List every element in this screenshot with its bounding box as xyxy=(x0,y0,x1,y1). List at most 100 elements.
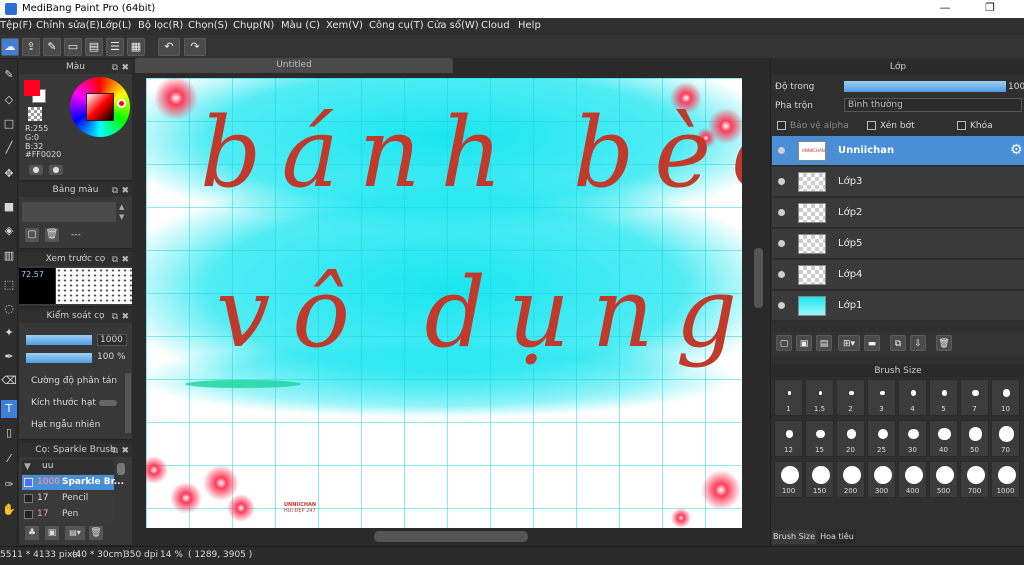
brush-size-preset[interactable]: 4 xyxy=(898,379,927,416)
menu-help[interactable]: Help xyxy=(518,20,541,31)
layer-row[interactable]: UNNIICHAN Unniichan ⚙ xyxy=(772,136,1024,166)
divide-tool-icon[interactable]: ▯ xyxy=(1,424,17,442)
particle-size-toggle[interactable] xyxy=(99,400,117,406)
delete-brush-icon[interactable]: 🗑 xyxy=(89,526,103,540)
text-tool-icon[interactable]: T xyxy=(1,400,17,418)
brush-size-preset[interactable]: 400 xyxy=(898,461,927,498)
drawing-canvas[interactable]: bánh bèo vô dụng UNNIICHAN HUI ĐẸP 247 xyxy=(146,78,742,528)
new-8bit-layer-icon[interactable]: ▤ xyxy=(816,335,832,351)
brush-size-preset[interactable]: 1 xyxy=(774,379,803,416)
brush-size-preset[interactable]: 3 xyxy=(867,379,896,416)
bucket-tool-icon[interactable]: ◈ xyxy=(1,222,17,240)
eyedropper-icon[interactable]: ⁄ xyxy=(1,450,17,468)
document-icon[interactable]: ▤ xyxy=(85,38,103,56)
lock-checkbox[interactable] xyxy=(957,121,966,130)
brush-item[interactable]: 1000 Sparkle Br... xyxy=(22,475,124,490)
brush-size-preset[interactable]: 1000 xyxy=(991,461,1020,498)
brush-group-row[interactable]: ▼ uu xyxy=(22,460,114,474)
protect-alpha-checkbox[interactable] xyxy=(777,121,786,130)
brush-size-preset[interactable]: 150 xyxy=(805,461,834,498)
menu-layer[interactable]: Lớp(L) xyxy=(100,20,131,31)
restore-button[interactable]: ❐ xyxy=(975,1,1005,17)
undo-button[interactable]: ↶ xyxy=(158,38,180,56)
redo-button[interactable]: ↷ xyxy=(184,38,206,56)
visibility-icon[interactable] xyxy=(778,209,785,216)
brush-size-preset[interactable]: 300 xyxy=(867,461,896,498)
new-layer-icon[interactable]: ▢ xyxy=(776,335,792,351)
menu-file[interactable]: Tệp(F) xyxy=(0,20,32,31)
tab-brush-size[interactable]: Brush Size xyxy=(772,530,816,544)
folder-icon[interactable]: ▬ xyxy=(864,335,880,351)
delete-layer-icon[interactable]: 🗑 xyxy=(936,335,952,351)
brush-size-slider[interactable] xyxy=(26,335,92,345)
menu-view[interactable]: Xem(V) xyxy=(326,20,363,31)
visibility-icon[interactable] xyxy=(778,147,785,154)
eraser-tool-icon[interactable]: ◇ xyxy=(1,91,17,109)
menu-color[interactable]: Màu (C) xyxy=(281,20,320,31)
brush-size-preset[interactable]: 50 xyxy=(960,420,989,457)
palette-scroll[interactable]: ▲ ▼ xyxy=(119,202,128,222)
brush-size-preset[interactable]: 70 xyxy=(991,420,1020,457)
brush-settings-icon[interactable]: ▣ xyxy=(45,526,59,540)
rect-tool-icon[interactable]: □ xyxy=(1,115,17,133)
close-icon[interactable]: ✖ xyxy=(121,184,129,198)
brush-size-preset[interactable]: 40 xyxy=(929,420,958,457)
brush-size-preset[interactable]: 7 xyxy=(960,379,989,416)
line-tool-icon[interactable]: ╱ xyxy=(1,139,17,157)
option-particle-size[interactable]: Kích thước hạt xyxy=(31,398,96,408)
move-tool-icon[interactable]: ✥ xyxy=(1,165,17,183)
brush-size-preset[interactable]: 30 xyxy=(898,420,927,457)
close-icon[interactable]: ✖ xyxy=(121,444,129,458)
palette-swatches[interactable] xyxy=(22,202,116,222)
brush-item[interactable]: 17 Pen xyxy=(22,507,114,522)
canvas-hscrollbar[interactable] xyxy=(374,531,528,542)
hue-marker[interactable] xyxy=(117,99,126,108)
list-icon[interactable]: ☰ xyxy=(106,38,124,56)
color-mode-icon[interactable]: ● xyxy=(29,165,43,175)
select-eraser-icon[interactable]: ⌫ xyxy=(1,372,17,390)
layer-row[interactable]: Lớp2 xyxy=(772,198,1024,228)
new-palette-icon[interactable]: ▢ xyxy=(25,228,39,242)
visibility-icon[interactable] xyxy=(778,178,785,185)
brush-menu-icon[interactable]: ▤▾ xyxy=(65,526,85,540)
delete-palette-icon[interactable]: 🗑 xyxy=(45,228,59,242)
comment-icon[interactable]: ✎ xyxy=(43,38,61,56)
brush-size-preset[interactable]: 100 xyxy=(774,461,803,498)
brush-size-preset[interactable]: 1.5 xyxy=(805,379,834,416)
brush-tool-icon[interactable]: ✎ xyxy=(1,66,17,84)
brush-size-value[interactable]: 1000 xyxy=(97,334,127,346)
option-random-particle[interactable]: Hạt ngẫu nhiên xyxy=(31,420,100,430)
grid-icon[interactable]: ▦ xyxy=(127,38,145,56)
visibility-icon[interactable] xyxy=(778,302,785,309)
option-scatter[interactable]: Cường độ phân tán xyxy=(31,376,117,386)
lasso-tool-icon[interactable]: ◌ xyxy=(1,300,17,318)
color-picker-icon[interactable]: ● xyxy=(49,165,63,175)
select-tool-icon[interactable]: ⬚ xyxy=(1,276,17,294)
menu-cloud[interactable]: Cloud xyxy=(481,20,510,31)
document-tab[interactable]: Untitled xyxy=(135,58,453,73)
menu-capture[interactable]: Chụp(N) xyxy=(233,20,274,31)
fill-shape-icon[interactable]: ■ xyxy=(1,198,17,216)
duplicate-layer-icon[interactable]: ⧉ xyxy=(890,335,906,351)
cloud-icon[interactable]: ☁ xyxy=(1,38,19,56)
expand-icon[interactable]: ⧉ xyxy=(112,253,118,267)
menu-select[interactable]: Chọn(S) xyxy=(188,20,228,31)
layer-opacity-slider[interactable] xyxy=(844,81,1006,92)
layer-row[interactable]: Lớp4 xyxy=(772,260,1024,290)
brush-item[interactable]: 17 Pencil xyxy=(22,491,114,506)
layer-row[interactable]: Lớp1 xyxy=(772,291,1024,321)
expand-icon[interactable]: ⧉ xyxy=(112,61,118,75)
add-layer-menu-icon[interactable]: ⊞▾ xyxy=(838,335,860,351)
magic-wand-icon[interactable]: ✦ xyxy=(1,324,17,342)
merge-layer-icon[interactable]: ⇩ xyxy=(910,335,926,351)
expand-icon[interactable]: ⧉ xyxy=(112,310,118,324)
brush-size-preset[interactable]: 20 xyxy=(836,420,865,457)
menu-filter[interactable]: Bộ lọc(R) xyxy=(138,20,183,31)
blend-mode-select[interactable]: Bình thường xyxy=(844,98,1022,112)
menu-window[interactable]: Cửa sổ(W) xyxy=(427,20,479,31)
brush-control-scrollbar[interactable] xyxy=(125,373,131,433)
close-icon[interactable]: ✖ xyxy=(121,61,129,75)
close-icon[interactable]: ✖ xyxy=(121,253,129,267)
transparent-swatch[interactable] xyxy=(28,107,42,121)
brush-size-preset[interactable]: 200 xyxy=(836,461,865,498)
